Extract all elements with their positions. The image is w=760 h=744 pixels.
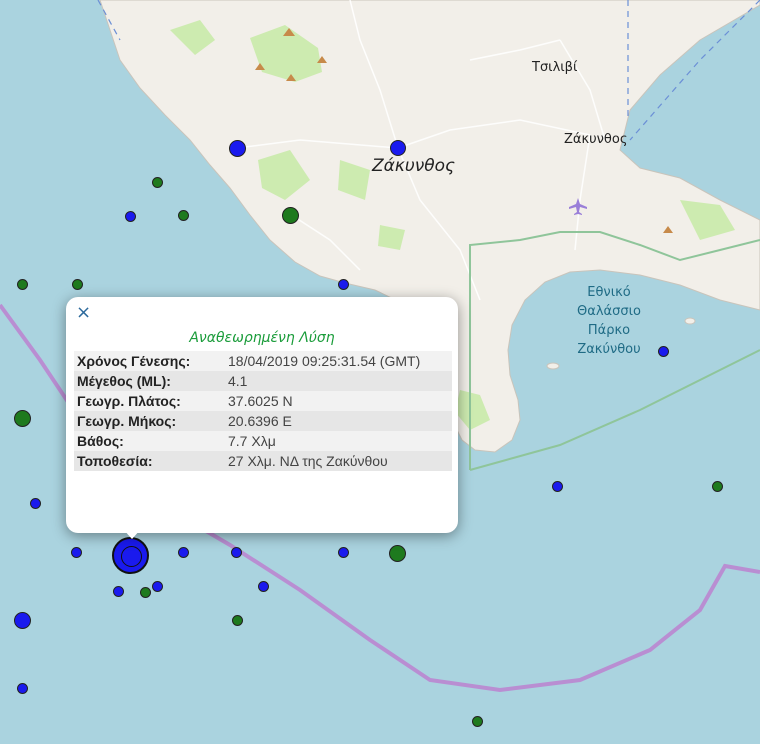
quake-marker[interactable]	[140, 587, 151, 598]
table-row: Χρόνος Γένεσης: 18/04/2019 09:25:31.54 (…	[74, 351, 452, 371]
latitude-label: Γεωγρ. Πλάτος:	[74, 391, 225, 411]
earthquake-info-popup: × Αναθεωρημένη Λύση Χρόνος Γένεσης: 18/0…	[66, 297, 458, 539]
place-label-zakynthos: Ζάκυνθος	[372, 156, 455, 176]
depth-label: Βάθος:	[74, 431, 225, 451]
quake-marker[interactable]	[125, 211, 136, 222]
quake-marker[interactable]	[71, 547, 82, 558]
quake-marker[interactable]	[17, 279, 28, 290]
selected-quake-marker[interactable]	[112, 537, 149, 574]
popup-tip	[123, 529, 141, 539]
park-label-line: Εθνικό	[587, 285, 631, 300]
quake-marker[interactable]	[658, 346, 669, 357]
table-row: Γεωγρ. Πλάτος: 37.6025 N	[74, 391, 452, 411]
table-row: Τοποθεσία: 27 Χλμ. ΝΔ της Ζακύνθου	[74, 451, 452, 471]
quake-marker[interactable]	[72, 279, 83, 290]
quake-marker[interactable]	[178, 547, 189, 558]
magnitude-value: 4.1	[225, 371, 452, 391]
place-label-tsilivi: Τσιλιβί	[532, 60, 578, 75]
park-label-line: Θαλάσσιο	[577, 304, 641, 319]
longitude-label: Γεωγρ. Μήκος:	[74, 411, 225, 431]
quake-marker[interactable]	[113, 586, 124, 597]
quake-marker[interactable]	[338, 279, 349, 290]
islet	[684, 317, 696, 325]
quake-marker[interactable]	[552, 481, 563, 492]
quake-marker[interactable]	[152, 581, 163, 592]
location-value: 27 Χλμ. ΝΔ της Ζακύνθου	[225, 451, 452, 471]
quake-marker[interactable]	[338, 547, 349, 558]
table-row: Βάθος: 7.7 Χλμ	[74, 431, 452, 451]
quake-marker[interactable]	[389, 545, 406, 562]
place-label-marine-park: Εθνικό Θαλάσσιο Πάρκο Ζακύνθου	[566, 283, 652, 359]
table-row: Μέγεθος (ML): 4.1	[74, 371, 452, 391]
quake-marker[interactable]	[152, 177, 163, 188]
quake-marker[interactable]	[17, 683, 28, 694]
popup-title: Αναθεωρημένη Λύση	[189, 330, 335, 346]
quake-marker[interactable]	[472, 716, 483, 727]
close-icon[interactable]: ×	[76, 302, 91, 323]
origin-time-label: Χρόνος Γένεσης:	[74, 351, 225, 371]
table-row: Γεωγρ. Μήκος: 20.6396 E	[74, 411, 452, 431]
islet	[546, 362, 560, 370]
quake-marker[interactable]	[30, 498, 41, 509]
longitude-value: 20.6396 E	[225, 411, 452, 431]
park-label-line: Ζακύνθου	[577, 342, 641, 357]
quake-marker[interactable]	[282, 207, 299, 224]
quake-marker[interactable]	[390, 140, 406, 156]
place-label-zakynthos-town: Ζάκυνθος	[564, 132, 628, 147]
depth-value: 7.7 Χλμ	[225, 431, 452, 451]
map[interactable]: Τσιλιβί Ζάκυνθος Ζάκυνθος Εθνικό Θαλάσσι…	[0, 0, 760, 744]
quake-marker[interactable]	[178, 210, 189, 221]
quake-marker[interactable]	[229, 140, 246, 157]
quake-marker[interactable]	[712, 481, 723, 492]
quake-marker[interactable]	[14, 410, 31, 427]
location-label: Τοποθεσία:	[74, 451, 225, 471]
quake-marker[interactable]	[232, 615, 243, 626]
selected-quake-ring	[121, 546, 142, 567]
latitude-value: 37.6025 N	[225, 391, 452, 411]
origin-time-value: 18/04/2019 09:25:31.54 (GMT)	[225, 351, 452, 371]
park-label-line: Πάρκο	[587, 323, 631, 338]
earthquake-details-table: Χρόνος Γένεσης: 18/04/2019 09:25:31.54 (…	[74, 351, 452, 471]
quake-marker[interactable]	[258, 581, 269, 592]
magnitude-label: Μέγεθος (ML):	[74, 371, 225, 391]
quake-marker[interactable]	[231, 547, 242, 558]
quake-marker[interactable]	[14, 612, 31, 629]
